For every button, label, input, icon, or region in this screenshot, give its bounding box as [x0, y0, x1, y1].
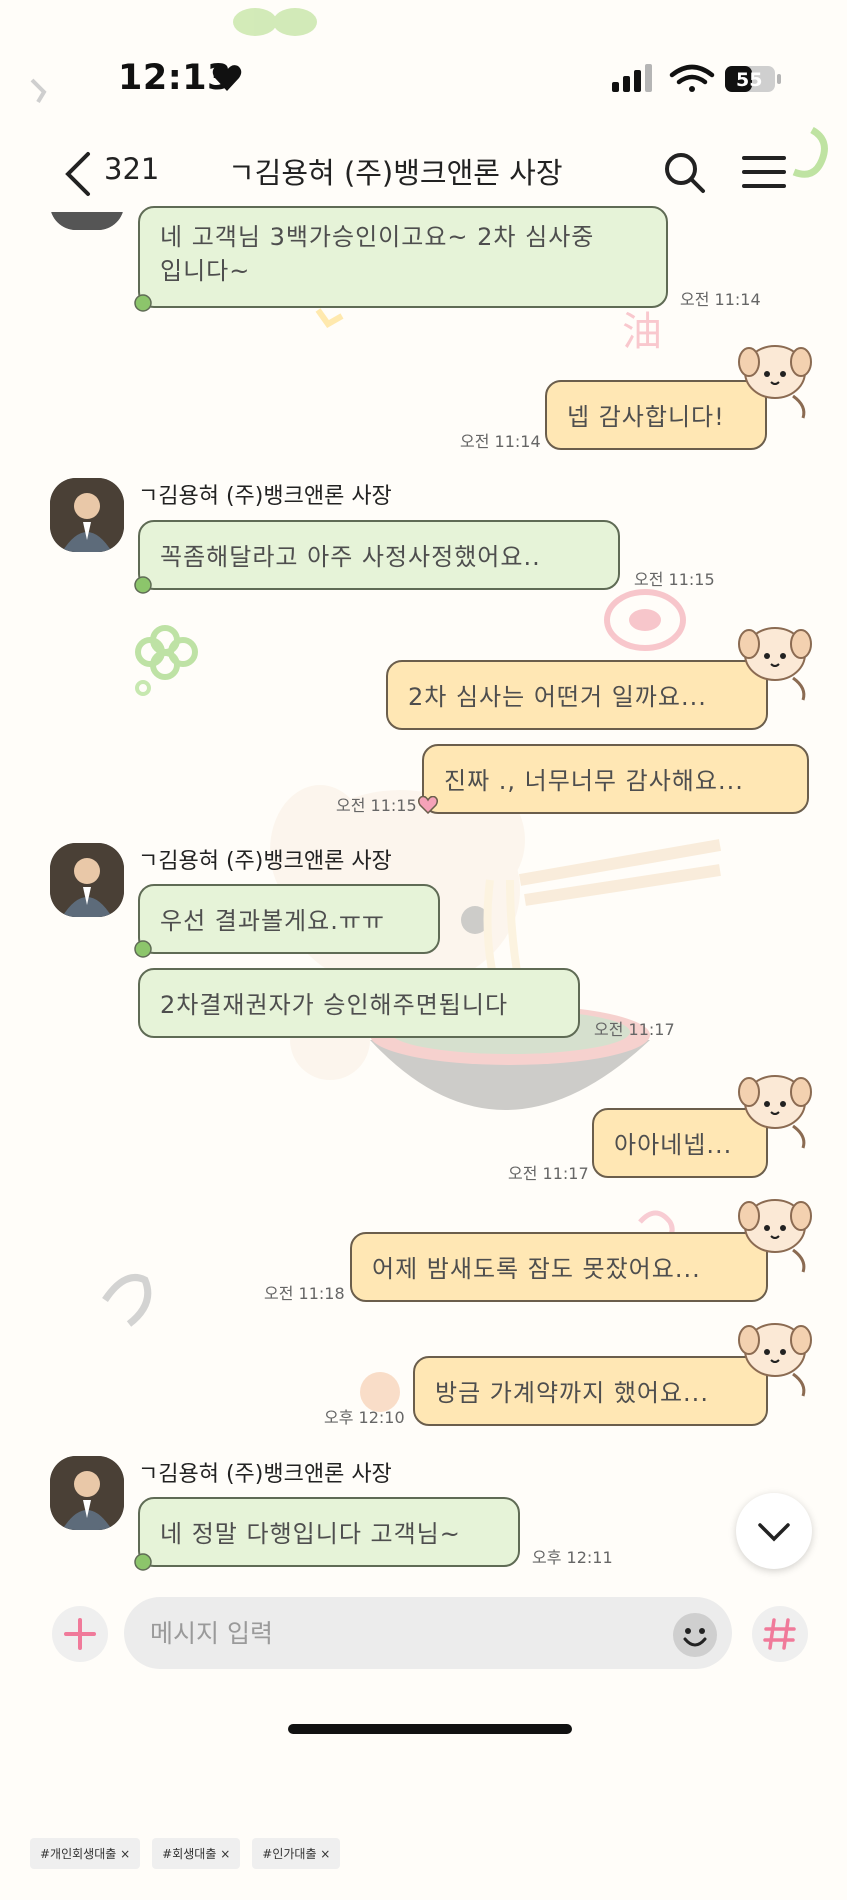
message-time: 오전 11:15	[634, 570, 715, 589]
hash-icon	[763, 1618, 796, 1650]
status-icons: 55	[612, 64, 781, 92]
search-icon[interactable]	[662, 150, 706, 194]
hashtag-list: #개인회생대출 × #회생대출 × #인가대출 ×	[30, 1838, 341, 1869]
chat-screen: 油 12:13 55 321 ㄱ김용혀 (주)뱅크앤론 사장 네 고객님 3백가…	[0, 0, 847, 1900]
leaf-icon	[134, 294, 152, 312]
sender-name: ㄱ김용혀 (주)뱅크앤론 사장	[138, 484, 392, 509]
message-input[interactable]	[124, 1597, 732, 1669]
outgoing-message[interactable]: 2차 심사는 어떤거 일까요...	[386, 660, 768, 730]
unread-count[interactable]: 321	[104, 152, 159, 186]
hashtag-chip[interactable]: #회생대출 ×	[152, 1838, 241, 1869]
plus-button[interactable]	[52, 1606, 108, 1662]
message-text: 우선 결과볼게요.ㅠㅠ	[160, 907, 385, 935]
outgoing-message[interactable]: 넵 감사합니다!	[545, 380, 767, 450]
plus-icon	[64, 1618, 96, 1650]
message-time: 오후 12:10	[324, 1408, 405, 1427]
message-text: 꼭좀해달라고 아주 사정사정했어요..	[160, 543, 541, 571]
message-time: 오전 11:14	[680, 290, 761, 309]
emoji-icon[interactable]	[672, 1612, 718, 1658]
puppy-sticker-icon	[738, 627, 812, 701]
heart-icon	[212, 65, 242, 91]
svg-text:55: 55	[736, 69, 762, 91]
avatar[interactable]	[50, 843, 124, 917]
signal-icon	[612, 64, 652, 92]
incoming-message[interactable]: 2차결재권자가 승인해주면됩니다	[138, 968, 580, 1038]
message-text: 네 정말 다행입니다 고객님~	[160, 1520, 461, 1548]
incoming-message[interactable]: 네 고객님 3백가승인이고요~ 2차 심사중 입니다~	[134, 206, 668, 312]
message-text: 어제 밤새도록 잠도 못잤어요...	[372, 1255, 701, 1283]
menu-icon[interactable]	[742, 152, 786, 192]
message-text-line: 입니다~	[160, 257, 251, 285]
message-time: 오전 11:17	[508, 1164, 589, 1183]
message-time: 오전 11:15	[336, 796, 417, 815]
message-text: 아아네넵...	[614, 1131, 733, 1159]
message-text-line: 네 고객님 3백가승인이고요~ 2차 심사중	[160, 223, 595, 251]
chevron-down-icon	[758, 1523, 790, 1542]
leaf-icon	[134, 1553, 152, 1571]
wifi-icon	[669, 64, 715, 92]
incoming-message[interactable]: 네 정말 다행입니다 고객님~	[134, 1497, 520, 1571]
incoming-message[interactable]: 우선 결과볼게요.ㅠㅠ	[134, 884, 440, 958]
hashtag-chip[interactable]: #인가대출 ×	[252, 1838, 341, 1869]
chat-title: ㄱ김용혀 (주)뱅크앤론 사장	[228, 156, 563, 190]
message-time: 오전 11:18	[264, 1284, 345, 1303]
puppy-sticker-icon	[738, 1323, 812, 1397]
message-text: 2차 심사는 어떤거 일까요...	[408, 683, 707, 711]
message-text: 2차결재권자가 승인해주면됩니다	[160, 991, 509, 1019]
sender-name: ㄱ김용혀 (주)뱅크앤론 사장	[138, 849, 392, 874]
hashtag-chip[interactable]: #개인회생대출 ×	[30, 1838, 141, 1869]
message-time: 오후 12:11	[532, 1548, 613, 1567]
avatar[interactable]	[50, 1456, 124, 1530]
incoming-message[interactable]: 꼭좀해달라고 아주 사정사정했어요..	[134, 520, 620, 594]
hashtag-button[interactable]	[752, 1606, 808, 1662]
outgoing-message[interactable]: 어제 밤새도록 잠도 못잤어요...	[350, 1232, 768, 1302]
message-time: 오전 11:17	[594, 1020, 675, 1039]
avatar[interactable]	[50, 478, 124, 552]
outgoing-message[interactable]: 진짜 ., 너무너무 감사해요...	[422, 744, 809, 814]
outgoing-message[interactable]: 방금 가계약까지 했어요...	[413, 1356, 768, 1426]
scroll-down-button[interactable]	[736, 1493, 812, 1569]
leaf-icon	[134, 940, 152, 958]
leaf-icon	[134, 576, 152, 594]
message-text: 넵 감사합니다!	[567, 403, 725, 431]
svg-text:油: 油	[622, 309, 662, 355]
battery-icon: 55	[725, 66, 781, 92]
message-time: 오전 11:14	[460, 432, 541, 451]
home-indicator	[288, 1724, 572, 1734]
message-text: 방금 가계약까지 했어요...	[435, 1379, 709, 1407]
puppy-sticker-icon	[738, 1199, 812, 1273]
puppy-sticker-icon	[738, 345, 812, 419]
back-icon[interactable]	[62, 150, 96, 198]
sender-name: ㄱ김용혀 (주)뱅크앤론 사장	[138, 1462, 392, 1487]
message-text: 진짜 ., 너무너무 감사해요...	[444, 767, 744, 795]
puppy-sticker-icon	[738, 1075, 812, 1149]
